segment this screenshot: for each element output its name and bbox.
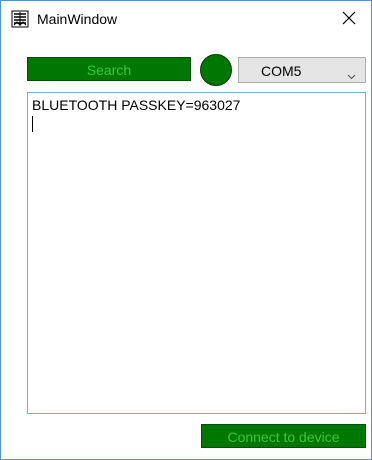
main-window: MainWindow Search COM5 BLUETOOTH PASSKEY…: [0, 0, 372, 460]
chevron-down-icon: [347, 67, 356, 80]
search-button[interactable]: Search: [27, 57, 191, 81]
app-window-icon: [11, 10, 29, 28]
text-caret: [32, 116, 33, 132]
window-title: MainWindow: [37, 11, 118, 27]
title-bar[interactable]: MainWindow: [1, 1, 371, 35]
close-icon: [342, 11, 356, 25]
connect-to-device-button[interactable]: Connect to device: [201, 424, 366, 448]
console-textbox[interactable]: BLUETOOTH PASSKEY=963027: [27, 92, 366, 414]
connection-status-indicator: [200, 54, 232, 86]
console-line: BLUETOOTH PASSKEY=963027: [32, 97, 241, 113]
close-button[interactable]: [327, 1, 371, 35]
port-select-value: COM5: [261, 63, 302, 79]
port-select[interactable]: COM5: [238, 57, 366, 83]
